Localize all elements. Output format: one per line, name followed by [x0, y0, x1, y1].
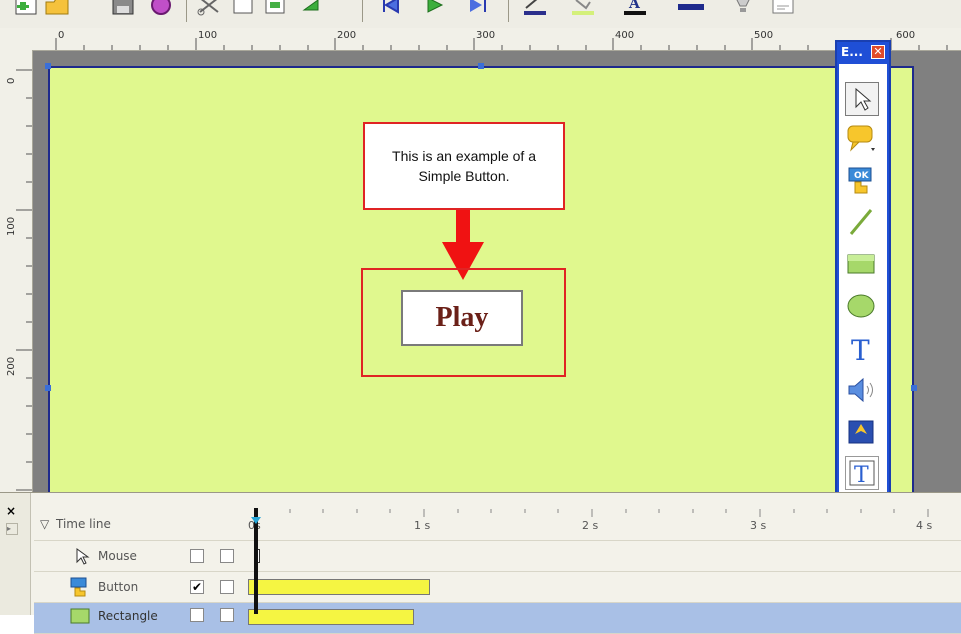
image-tool-icon[interactable]: [845, 416, 879, 450]
text-tool-icon[interactable]: T: [845, 332, 879, 367]
lock-checkbox[interactable]: [220, 580, 234, 594]
ruler-label: 200: [337, 30, 357, 41]
play-button[interactable]: Play: [401, 290, 523, 346]
horizontal-ruler: 0 100 200 300 400 500 600: [32, 28, 961, 51]
svg-text:A: A: [628, 0, 641, 12]
palette-title: E...: [841, 45, 863, 59]
redo-icon[interactable]: [300, 0, 326, 16]
resize-handle[interactable]: [45, 63, 51, 69]
ruler-corner: [0, 28, 33, 51]
caption-text: This is an example of a Simple Button.: [392, 148, 536, 184]
play-icon[interactable]: [422, 0, 448, 16]
copy-icon[interactable]: [230, 0, 256, 16]
rectangle-object-icon: [70, 607, 90, 631]
time-mark: 2 s: [582, 519, 599, 532]
arrow-shaft: [456, 210, 470, 246]
timeline-header: ▽ Time line 0s 1 s 2 s 3 s 4 s: [34, 509, 961, 541]
rectangle-duration-bar[interactable]: [248, 609, 414, 625]
first-frame-icon[interactable]: [378, 0, 404, 16]
visibility-checkbox-checked[interactable]: ✔: [190, 580, 204, 594]
vertical-ruler: 0 100 200: [0, 50, 33, 492]
resize-handle[interactable]: [911, 385, 917, 391]
row-label: Mouse: [98, 549, 137, 563]
play-button-label: Play: [435, 302, 489, 333]
ruler-label: 400: [615, 30, 635, 41]
tool-palette[interactable]: E... ✕ OK T T: [835, 40, 891, 500]
playhead-marker-icon[interactable]: [251, 510, 261, 524]
ruler-label: 0: [58, 30, 65, 41]
open-folder-icon[interactable]: [44, 0, 70, 16]
ruler-label: 100: [198, 30, 218, 41]
svg-text:T: T: [851, 334, 870, 364]
lock-checkbox[interactable]: [220, 608, 234, 622]
time-mark: 4 s: [916, 519, 933, 532]
mouse-pointer-icon: [74, 547, 90, 569]
time-mark: 3 s: [750, 519, 767, 532]
ruler-label: 0: [6, 77, 17, 84]
visibility-checkbox[interactable]: [190, 549, 204, 563]
ruler-label: 200: [6, 356, 17, 376]
row-label: Button: [98, 580, 139, 594]
text-color-icon[interactable]: A: [622, 0, 648, 16]
timeline-panel: × ▸ ▽ Time line 0s 1 s 2 s 3 s 4 s Mouse: [0, 492, 961, 634]
expand-icon[interactable]: ▸: [6, 523, 18, 535]
ruler-label: 500: [754, 30, 774, 41]
paste-icon[interactable]: [262, 0, 288, 16]
ruler-label: 600: [896, 30, 916, 41]
properties-icon[interactable]: [770, 0, 796, 16]
cut-icon[interactable]: [196, 0, 222, 16]
ruler-label: 300: [476, 30, 496, 41]
collapse-icon[interactable]: ▽: [40, 517, 49, 531]
publish-icon[interactable]: [730, 0, 756, 16]
close-icon[interactable]: ×: [6, 505, 18, 517]
palette-tools: OK T T: [839, 64, 887, 496]
svg-text:OK: OK: [854, 171, 870, 181]
record-icon[interactable]: [148, 0, 174, 16]
fill-icon[interactable]: [570, 0, 596, 16]
palette-titlebar[interactable]: E... ✕: [837, 42, 889, 62]
add-slide-icon[interactable]: [14, 0, 40, 16]
line-tool-icon[interactable]: [845, 206, 879, 240]
save-icon[interactable]: [110, 0, 136, 16]
timeline-side-bar: × ▸: [0, 493, 31, 615]
timeline-row-button[interactable]: Button ✔: [34, 572, 961, 603]
timeline-row-rectangle[interactable]: Rectangle: [34, 603, 961, 634]
toolbar: A: [0, 0, 961, 29]
ellipse-tool-icon[interactable]: [845, 290, 879, 324]
button-object-icon: [70, 577, 90, 601]
resize-handle[interactable]: [45, 385, 51, 391]
rectangle-tool-icon[interactable]: [845, 248, 879, 282]
select-tool-icon[interactable]: [845, 82, 879, 116]
audio-tool-icon[interactable]: [845, 374, 879, 408]
visibility-checkbox[interactable]: [190, 608, 204, 622]
row-label: Rectangle: [98, 609, 158, 623]
underline-color-icon[interactable]: [522, 0, 548, 16]
button-duration-bar[interactable]: [248, 579, 430, 595]
lock-checkbox[interactable]: [220, 549, 234, 563]
caption-tool-icon[interactable]: [845, 122, 879, 156]
timeline-row-mouse[interactable]: Mouse: [34, 541, 961, 572]
timeline-header-label: Time line: [56, 517, 111, 531]
resize-handle[interactable]: [478, 63, 484, 69]
next-frame-icon[interactable]: [466, 0, 492, 16]
ruler-label: 100: [6, 216, 17, 236]
close-icon[interactable]: ✕: [871, 45, 885, 59]
time-mark: 1 s: [414, 519, 431, 532]
line-width-icon[interactable]: [678, 0, 704, 16]
text-animation-tool-icon[interactable]: T: [845, 456, 879, 490]
button-tool-icon[interactable]: OK: [845, 164, 879, 198]
svg-text:T: T: [854, 463, 869, 488]
text-caption[interactable]: This is an example of a Simple Button.: [363, 122, 565, 210]
